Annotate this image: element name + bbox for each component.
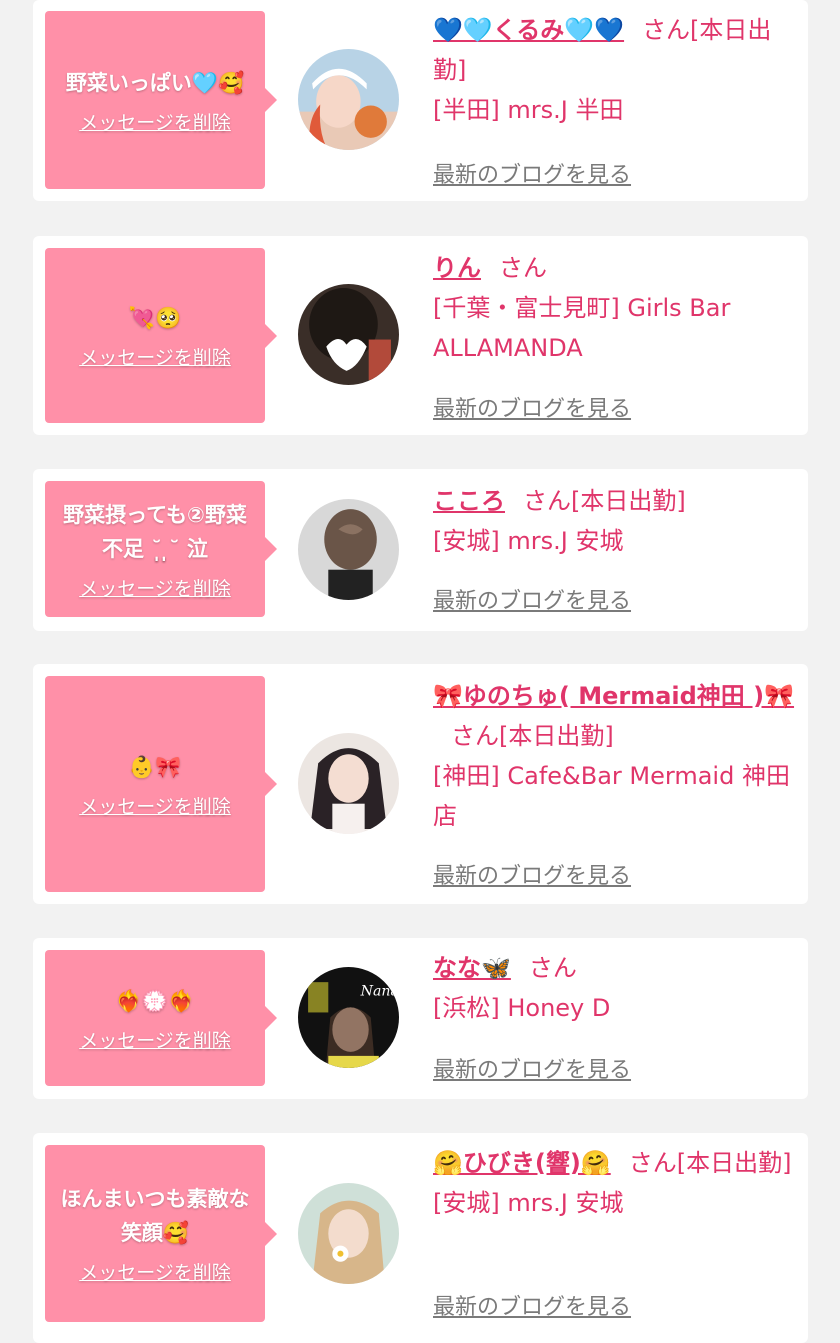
- latest-blog-link[interactable]: 最新のブログを見る: [433, 157, 631, 189]
- latest-blog-link[interactable]: 最新のブログを見る: [433, 858, 631, 890]
- girl-name-link[interactable]: 🎀ゆのちゅ( Mermaid神田 )🎀: [433, 682, 794, 710]
- avatar[interactable]: [298, 1183, 399, 1284]
- name-suffix: さん[本日出勤]: [523, 487, 686, 515]
- latest-blog-link[interactable]: 最新のブログを見る: [433, 391, 631, 423]
- girl-name-link[interactable]: 🤗ひびき(響)🤗: [433, 1149, 611, 1177]
- girl-info: 💙🩵くるみ🩵💙 さん[本日出勤] [半田] mrs.J 半田: [433, 10, 796, 130]
- avatar[interactable]: [298, 284, 399, 385]
- name-suffix: さん: [499, 254, 547, 282]
- shop-name: [千葉・富士見町] Girls Bar ALLAMANDA: [433, 294, 731, 362]
- avatar-caption: Nana: [360, 983, 399, 999]
- shop-name: [半田] mrs.J 半田: [433, 96, 624, 124]
- name-suffix: さん[本日出勤]: [451, 722, 614, 750]
- delete-message-link[interactable]: メッセージを削除: [79, 792, 231, 819]
- name-suffix: さん[本日出勤]: [628, 1149, 792, 1177]
- message-bubble: 💘🥺 メッセージを削除: [45, 248, 277, 423]
- delete-message-link[interactable]: メッセージを削除: [79, 574, 231, 601]
- girl-info: 🤗ひびき(響)🤗 さん[本日出勤] [安城] mrs.J 安城: [433, 1143, 796, 1223]
- message-card: ❤️‍🔥💮❤️‍🔥 メッセージを削除 Nana なな🦋 さん [浜松] Honey…: [33, 938, 808, 1099]
- latest-blog-link[interactable]: 最新のブログを見る: [433, 1289, 631, 1321]
- message-bubble: 野菜摂っても②野菜不足 ˘̩̩̩ ̩̩̩˘ 泣 メッセージを削除: [45, 481, 277, 617]
- avatar[interactable]: [298, 499, 399, 600]
- avatar[interactable]: Nana: [298, 967, 399, 1068]
- message-text: 野菜いっぱい🩵🥰: [65, 70, 245, 95]
- message-card: 野菜いっぱい🩵🥰 メッセージを削除 💙🩵くるみ🩵💙 さん[本日出勤] [半田] m…: [33, 0, 808, 201]
- delete-message-link[interactable]: メッセージを削除: [79, 343, 231, 370]
- shop-name: [浜松] Honey D: [433, 994, 611, 1022]
- girl-info: りん さん [千葉・富士見町] Girls Bar ALLAMANDA: [433, 248, 796, 368]
- message-card: 野菜摂っても②野菜不足 ˘̩̩̩ ̩̩̩˘ 泣 メッセージを削除 こころ さん[本…: [33, 469, 808, 631]
- message-text: 💘🥺: [128, 306, 182, 330]
- message-bubble: 👶🎀 メッセージを削除: [45, 676, 277, 892]
- shop-name: [安城] mrs.J 安城: [433, 1189, 624, 1217]
- message-text: 野菜摂っても②野菜不足 ˘̩̩̩ ̩̩̩˘ 泣: [63, 502, 247, 561]
- shop-name: [安城] mrs.J 安城: [433, 527, 624, 555]
- message-card: 👶🎀 メッセージを削除 🎀ゆのちゅ( Mermaid神田 )🎀 さん[本日出勤] …: [33, 664, 808, 904]
- message-list: 野菜いっぱい🩵🥰 メッセージを削除 💙🩵くるみ🩵💙 さん[本日出勤] [半田] m…: [0, 0, 840, 1343]
- latest-blog-link[interactable]: 最新のブログを見る: [433, 1052, 631, 1084]
- message-text: 👶🎀: [128, 754, 182, 779]
- message-bubble: 野菜いっぱい🩵🥰 メッセージを削除: [45, 11, 277, 189]
- girl-name-link[interactable]: なな🦋: [433, 954, 511, 982]
- girl-name-link[interactable]: 💙🩵くるみ🩵💙: [433, 16, 624, 44]
- delete-message-link[interactable]: メッセージを削除: [79, 1258, 231, 1285]
- message-bubble: ❤️‍🔥💮❤️‍🔥 メッセージを削除: [45, 950, 277, 1086]
- latest-blog-link[interactable]: 最新のブログを見る: [433, 583, 631, 615]
- message-text: ほんまいつも素敵な笑顔🥰: [60, 1187, 250, 1245]
- message-bubble: ほんまいつも素敵な笑顔🥰 メッセージを削除: [45, 1145, 277, 1322]
- delete-message-link[interactable]: メッセージを削除: [79, 108, 231, 135]
- girl-info: こころ さん[本日出勤] [安城] mrs.J 安城: [433, 481, 796, 561]
- message-card: ほんまいつも素敵な笑顔🥰 メッセージを削除 🤗ひびき(響)🤗 さん[本日出勤] […: [33, 1133, 808, 1343]
- shop-name: [神田] Cafe&Bar Mermaid 神田店: [433, 762, 790, 830]
- girl-name-link[interactable]: こころ: [433, 487, 505, 515]
- girl-name-link[interactable]: りん: [433, 254, 481, 282]
- avatar[interactable]: [298, 733, 399, 834]
- avatar[interactable]: [298, 49, 399, 150]
- girl-info: 🎀ゆのちゅ( Mermaid神田 )🎀 さん[本日出勤] [神田] Cafe&Ba…: [433, 676, 796, 836]
- name-suffix: さん: [528, 954, 577, 982]
- message-text: ❤️‍🔥💮❤️‍🔥: [115, 988, 195, 1013]
- delete-message-link[interactable]: メッセージを削除: [79, 1026, 231, 1053]
- message-card: 💘🥺 メッセージを削除 りん さん [千葉・富士見町] Girls Bar ALL…: [33, 236, 808, 435]
- girl-info: なな🦋 さん [浜松] Honey D: [433, 948, 796, 1028]
